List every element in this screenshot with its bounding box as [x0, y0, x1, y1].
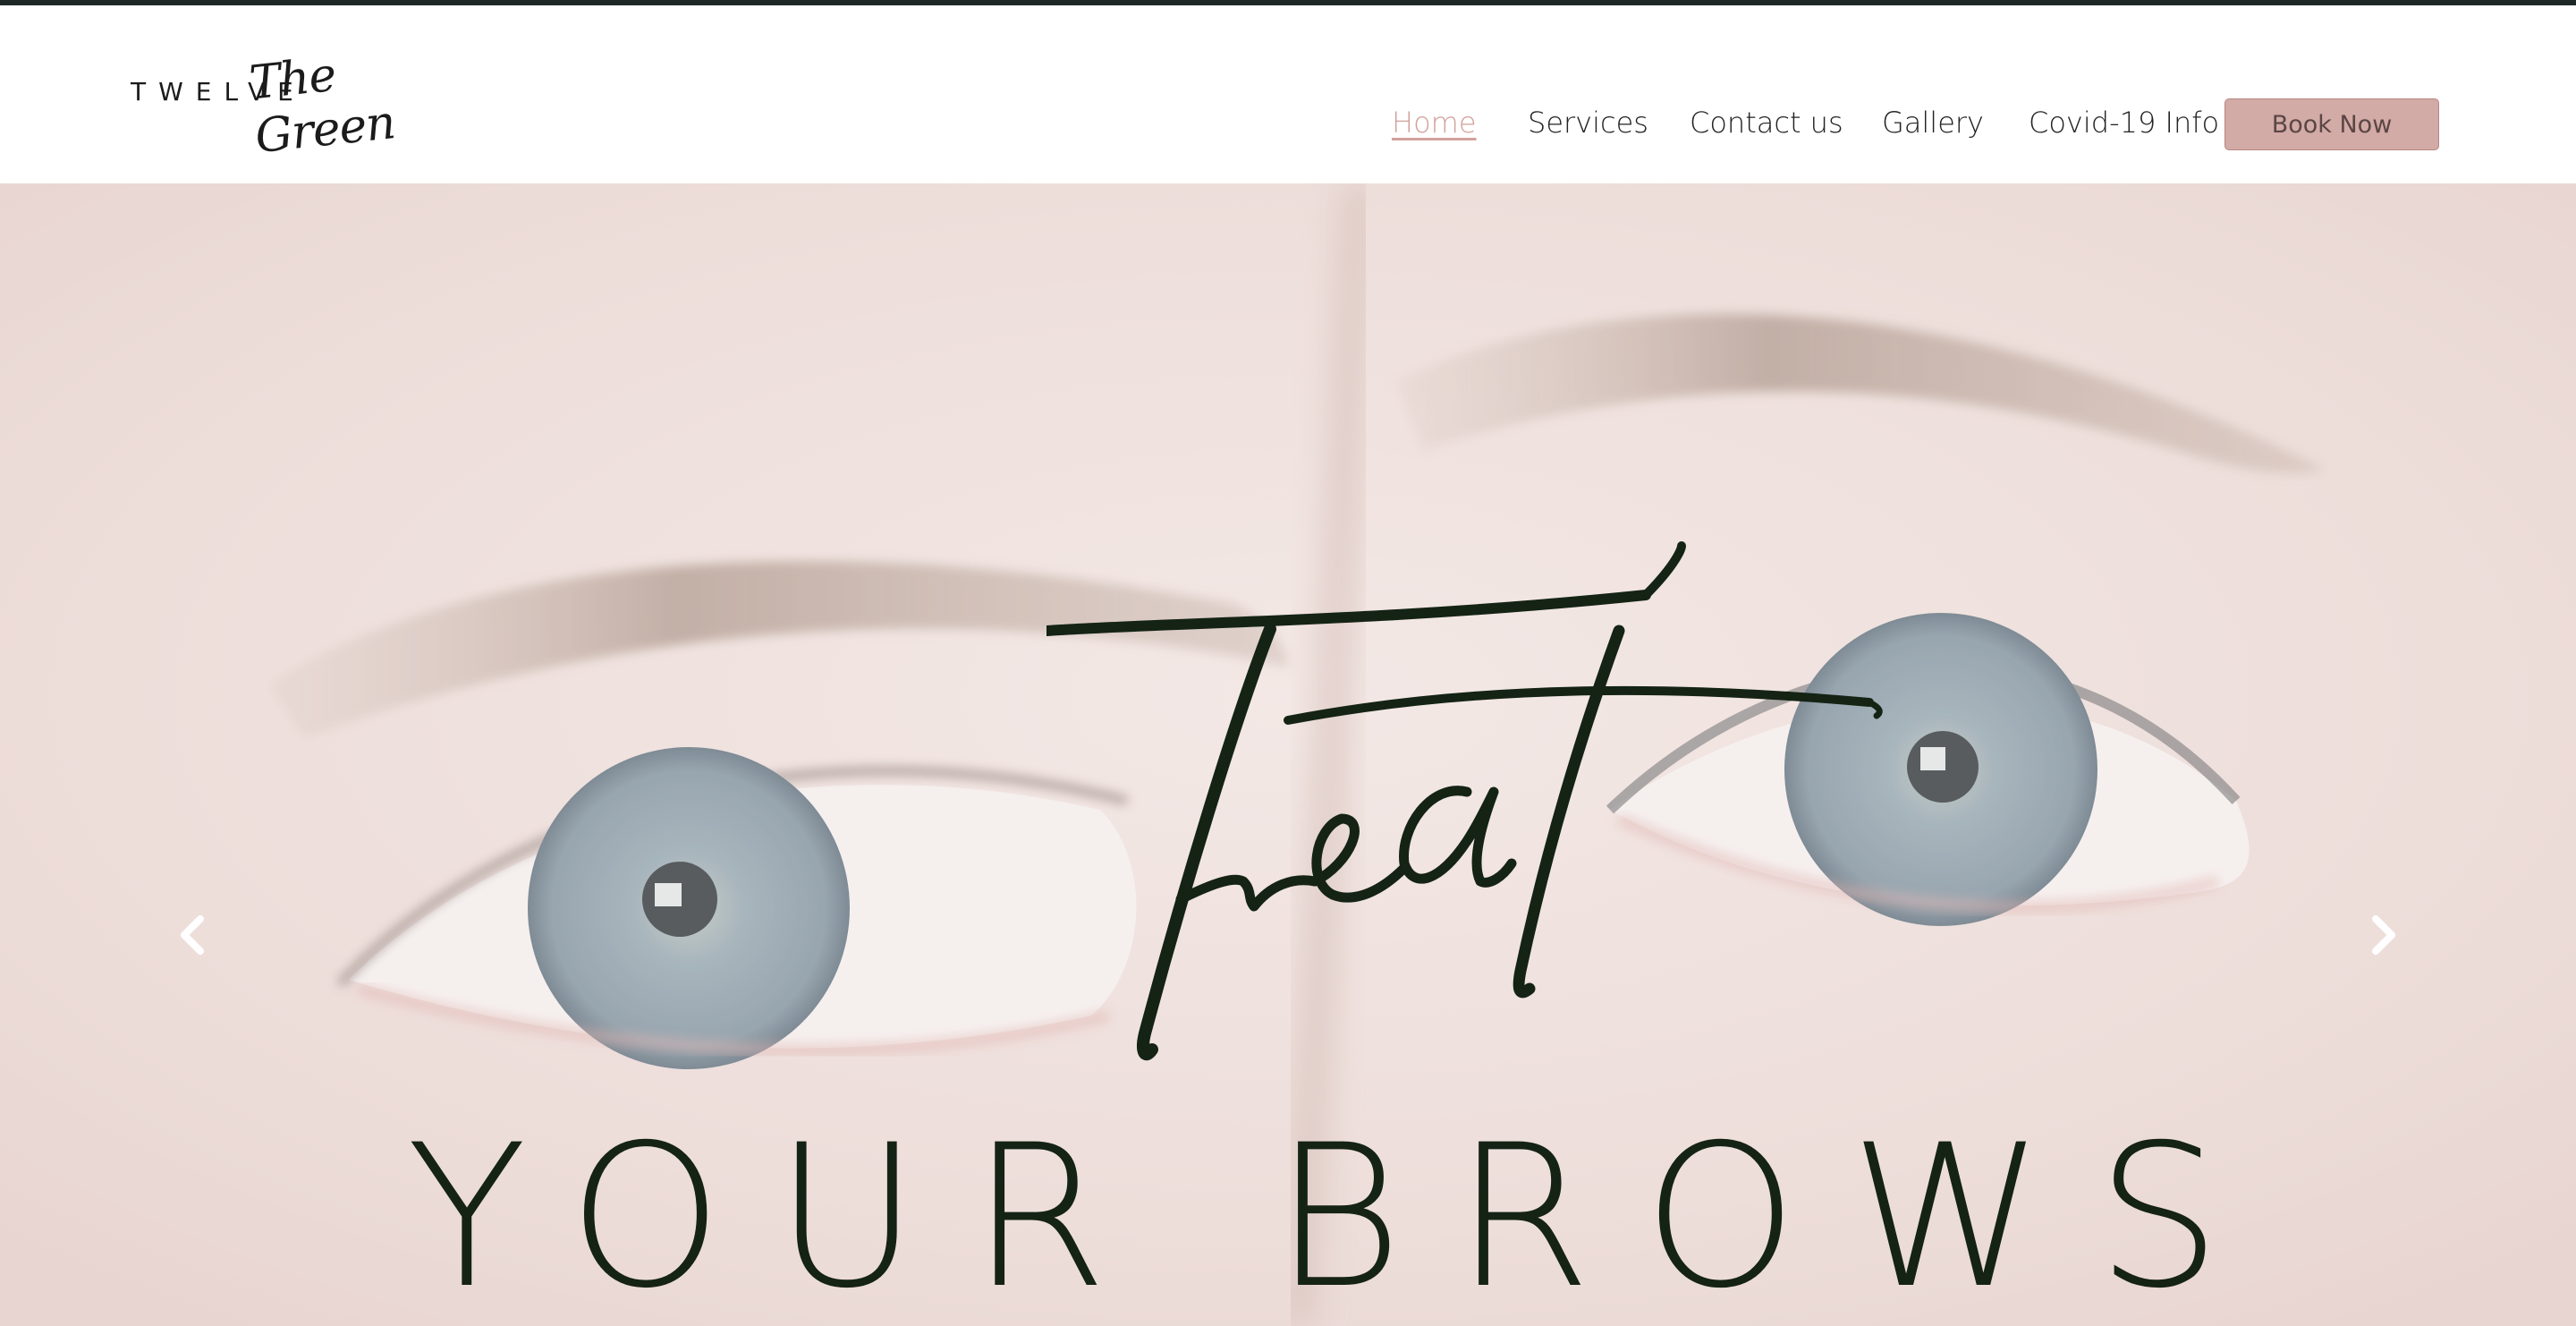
- carousel-prev-button[interactable]: [170, 908, 215, 962]
- chevron-left-icon: [181, 915, 204, 955]
- chevron-right-icon: [2372, 915, 2395, 955]
- hero-title: YOUR BROWS: [406, 1102, 2274, 1326]
- nav-gallery[interactable]: Gallery: [1882, 106, 1984, 140]
- nav-home[interactable]: Home: [1392, 106, 1477, 140]
- logo-script: The Green: [247, 47, 398, 165]
- nav-contact-us[interactable]: Contact us: [1690, 106, 1843, 140]
- carousel-next-button[interactable]: [2361, 908, 2406, 962]
- hero-script-title: [1046, 541, 1883, 1061]
- site-header: TWELVE The Green Home Services Contact u…: [0, 5, 2576, 183]
- nav-services[interactable]: Services: [1528, 106, 1648, 140]
- nav-covid-info[interactable]: Covid-19 Info: [2029, 106, 2219, 140]
- site-logo[interactable]: TWELVE The Green: [129, 45, 415, 164]
- hero-carousel: YOUR BROWS: [0, 183, 2576, 1326]
- book-now-button[interactable]: Book Now: [2224, 98, 2439, 150]
